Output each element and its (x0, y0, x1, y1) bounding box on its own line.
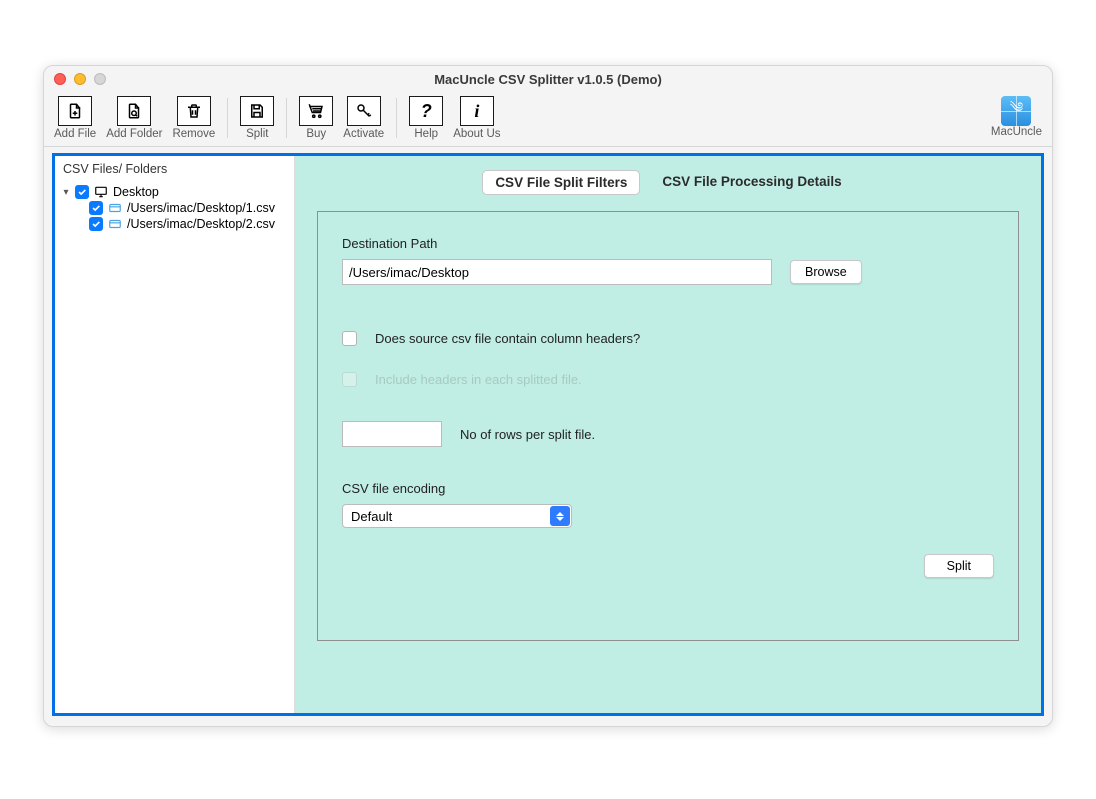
monitor-icon (93, 185, 109, 199)
dest-path-label: Destination Path (342, 236, 994, 251)
toolbar-separator (396, 98, 397, 138)
buy-button[interactable]: Buy (299, 96, 333, 140)
brand-logo-icon: ༄ (1001, 96, 1031, 126)
select-stepper-icon[interactable] (550, 506, 570, 526)
tab-processing[interactable]: CSV File Processing Details (650, 170, 853, 195)
add-folder-button[interactable]: Add Folder (106, 96, 162, 140)
tree-root[interactable]: ▾ Desktop (61, 184, 288, 200)
has-headers-checkbox[interactable] (342, 331, 357, 346)
save-icon (240, 96, 274, 126)
rows-per-file-input[interactable] (342, 421, 442, 447)
include-headers-label: Include headers in each splitted file. (375, 372, 582, 387)
content: CSV Files/ Folders ▾ Desktop /Users/imac… (52, 153, 1044, 716)
window-title: MacUncle CSV Splitter v1.0.5 (Demo) (44, 72, 1052, 87)
add-folder-label: Add Folder (106, 128, 162, 140)
help-icon: ? (409, 96, 443, 126)
encoding-label: CSV file encoding (342, 481, 994, 496)
activate-button[interactable]: Activate (343, 96, 384, 140)
rows-per-file-label: No of rows per split file. (460, 427, 595, 442)
cart-icon (299, 96, 333, 126)
toolbar: Add File Add Folder Remove Split B (44, 92, 1052, 147)
dest-path-input[interactable] (342, 259, 772, 285)
add-folder-icon (117, 96, 151, 126)
add-file-button[interactable]: Add File (54, 96, 96, 140)
about-label: About Us (453, 128, 500, 140)
split-button[interactable]: Split (240, 96, 274, 140)
help-button[interactable]: ? Help (409, 96, 443, 140)
file-tree: ▾ Desktop /Users/imac/Desktop/1.csv /Use… (55, 182, 294, 234)
titlebar: MacUncle CSV Splitter v1.0.5 (Demo) (44, 66, 1052, 92)
encoding-value[interactable] (342, 504, 572, 528)
split-label: Split (246, 128, 268, 140)
browse-button[interactable]: Browse (790, 260, 862, 284)
info-icon: i (460, 96, 494, 126)
sidebar-heading: CSV Files/ Folders (55, 156, 294, 182)
activate-label: Activate (343, 128, 384, 140)
tree-file-label: /Users/imac/Desktop/1.csv (127, 201, 275, 215)
csv-file-icon (107, 201, 123, 215)
app-window: MacUncle CSV Splitter v1.0.5 (Demo) Add … (43, 65, 1053, 727)
csv-file-icon (107, 217, 123, 231)
filters-panel: Destination Path Browse Does source csv … (317, 211, 1019, 641)
toolbar-separator (227, 98, 228, 138)
tree-file-label: /Users/imac/Desktop/2.csv (127, 217, 275, 231)
checkbox-checked-icon[interactable] (75, 185, 89, 199)
tree-file[interactable]: /Users/imac/Desktop/1.csv (61, 200, 288, 216)
split-action-button[interactable]: Split (924, 554, 994, 578)
checkbox-checked-icon[interactable] (89, 201, 103, 215)
include-headers-checkbox (342, 372, 357, 387)
sidebar: CSV Files/ Folders ▾ Desktop /Users/imac… (55, 156, 295, 713)
tree-root-label: Desktop (113, 185, 159, 199)
checkbox-checked-icon[interactable] (89, 217, 103, 231)
about-button[interactable]: i About Us (453, 96, 500, 140)
main-panel: CSV File Split Filters CSV File Processi… (295, 156, 1041, 713)
add-file-icon (58, 96, 92, 126)
add-file-label: Add File (54, 128, 96, 140)
brand: ༄ MacUncle (991, 96, 1042, 138)
remove-button[interactable]: Remove (172, 96, 215, 140)
buy-label: Buy (306, 128, 326, 140)
key-icon (347, 96, 381, 126)
toolbar-separator (286, 98, 287, 138)
tab-filters[interactable]: CSV File Split Filters (482, 170, 640, 195)
encoding-select[interactable] (342, 504, 572, 528)
tree-file[interactable]: /Users/imac/Desktop/2.csv (61, 216, 288, 232)
chevron-down-icon[interactable]: ▾ (61, 187, 71, 198)
has-headers-label: Does source csv file contain column head… (375, 331, 640, 346)
trash-icon (177, 96, 211, 126)
tabs: CSV File Split Filters CSV File Processi… (317, 170, 1019, 195)
remove-label: Remove (172, 128, 215, 140)
help-label: Help (414, 128, 438, 140)
